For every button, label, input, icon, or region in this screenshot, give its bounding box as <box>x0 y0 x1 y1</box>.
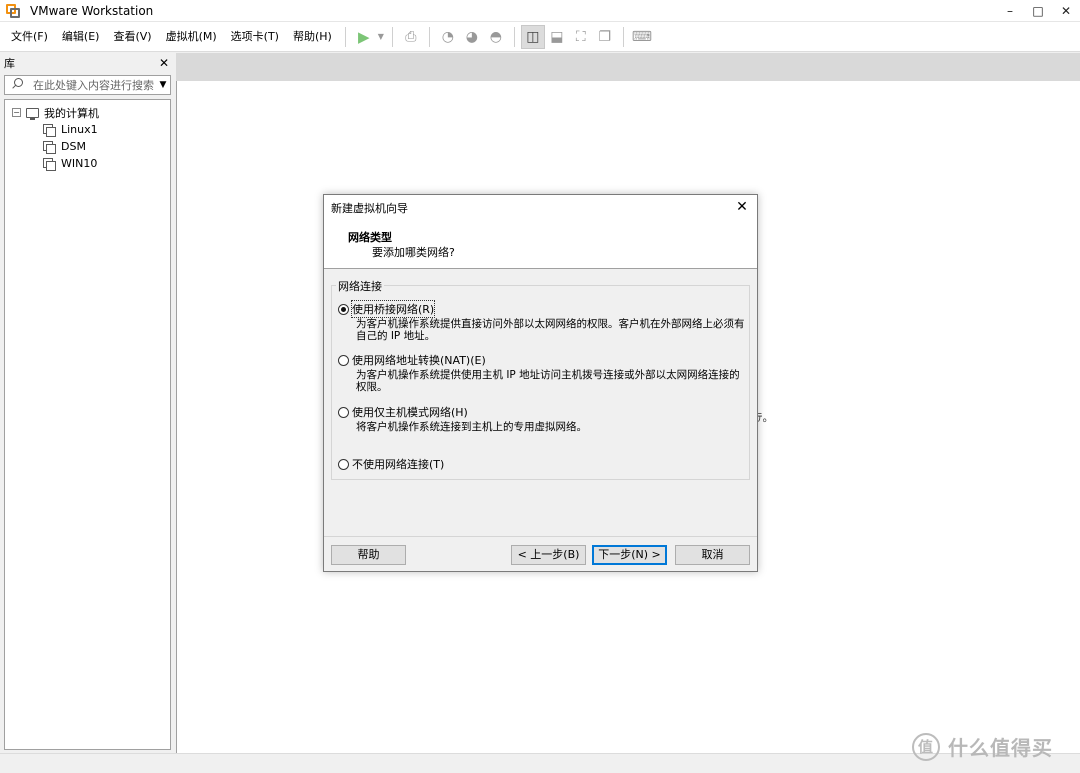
snapshot-icon[interactable]: ◔ <box>436 25 460 49</box>
toolbar-separator <box>391 26 393 47</box>
option-label[interactable]: 使用仅主机模式网络(H) <box>352 404 468 420</box>
menu-toolbar: 文件(F) 编辑(E) 查看(V) 虚拟机(M) 选项卡(T) 帮助(H) ▶ … <box>0 22 1080 52</box>
watermark-logo-icon: 值 <box>912 732 940 761</box>
revert-snapshot-icon[interactable]: ◕ <box>460 25 484 49</box>
option-bridged[interactable]: 使用桥接网络(R) 为客户机操作系统提供直接访问外部以太网网络的权限。客户机在外… <box>338 300 746 342</box>
dialog-close-icon[interactable]: ✕ <box>733 198 751 216</box>
title-bar: VMware Workstation – □ ✕ <box>0 0 1080 22</box>
fullscreen-icon[interactable]: ⛶ <box>569 25 593 49</box>
tree-item-dsm[interactable]: DSM <box>5 138 170 155</box>
help-button[interactable]: 帮助 <box>331 545 406 565</box>
library-title: 库 <box>4 56 15 70</box>
menu-vm[interactable]: 虚拟机(M) <box>159 26 224 48</box>
option-nat[interactable]: 使用网络地址转换(NAT)(E) 为客户机操作系统提供使用主机 IP 地址访问主… <box>338 353 746 393</box>
vm-icon <box>43 123 56 137</box>
close-window-button[interactable]: ✕ <box>1052 0 1080 22</box>
background-text: ﾃ。 <box>757 411 774 424</box>
search-dropdown-icon[interactable]: ▼ <box>156 80 170 90</box>
snapshot-manager-icon[interactable]: ◓ <box>484 25 508 49</box>
tree-item-label: WIN10 <box>61 157 98 170</box>
option-description: 将客户机操作系统连接到主机上的专用虚拟网络。 <box>356 421 587 433</box>
unity-icon[interactable]: ❐ <box>593 25 617 49</box>
menu-help[interactable]: 帮助(H) <box>286 26 339 48</box>
back-button[interactable]: < 上一步(B) <box>511 545 586 565</box>
collapse-icon[interactable]: − <box>12 108 21 117</box>
option-host-only[interactable]: 使用仅主机模式网络(H) 将客户机操作系统连接到主机上的专用虚拟网络。 <box>338 405 746 433</box>
vm-icon <box>43 140 56 154</box>
play-dropdown-icon[interactable]: ▼ <box>376 25 386 49</box>
radio-no-network[interactable] <box>338 458 349 470</box>
vmware-logo-icon <box>6 3 20 18</box>
tree-item-label: DSM <box>61 140 86 153</box>
menu-view[interactable]: 查看(V) <box>106 26 158 48</box>
toolbar-separator <box>622 26 624 47</box>
tree-item-linux1[interactable]: Linux1 <box>5 121 170 138</box>
library-close-icon[interactable]: ✕ <box>159 56 169 70</box>
group-label: 网络连接 <box>336 278 384 294</box>
send-keys-icon[interactable]: ⎙ <box>399 25 423 49</box>
menu-edit[interactable]: 编辑(E) <box>55 26 107 48</box>
tree-item-label: Linux1 <box>61 123 98 136</box>
search-icon <box>11 78 25 92</box>
menu-tabs[interactable]: 选项卡(T) <box>224 26 286 48</box>
option-no-network[interactable]: 不使用网络连接(T) <box>338 457 444 471</box>
window-title: VMware Workstation <box>30 3 154 18</box>
menu-file[interactable]: 文件(F) <box>4 26 55 48</box>
play-icon[interactable]: ▶ <box>352 25 376 49</box>
watermark-text: 什么值得买 <box>948 736 1053 760</box>
minimize-button[interactable]: – <box>996 0 1024 22</box>
toolbar-separator <box>428 26 430 47</box>
console-icon[interactable]: ⌨ <box>630 25 654 49</box>
vm-icon <box>43 157 56 171</box>
option-label[interactable]: 不使用网络连接(T) <box>352 456 444 472</box>
dialog-title: 新建虚拟机向导 <box>331 202 408 215</box>
computer-icon <box>26 107 39 120</box>
option-description: 为客户机操作系统提供使用主机 IP 地址访问主机拨号连接或外部以太网网络连接的权… <box>356 369 740 393</box>
option-description: 为客户机操作系统提供直接访问外部以太网网络的权限。客户机在外部网络上必须有自己的… <box>356 318 745 342</box>
library-search-input[interactable]: 在此处键入内容进行搜索 ▼ <box>4 75 171 95</box>
next-button[interactable]: 下一步(N) > <box>592 545 667 565</box>
library-view-icon[interactable]: ◫ <box>520 24 545 49</box>
library-panel: 库 ✕ 在此处键入内容进行搜索 ▼ − 我的计算机 Linux1 DSM WIN… <box>0 53 175 753</box>
vm-tree: − 我的计算机 Linux1 DSM WIN10 <box>4 99 171 750</box>
tree-item-label: 我的计算机 <box>44 106 99 120</box>
watermark: 值 什么值得买 <box>912 732 1053 761</box>
option-label[interactable]: 使用桥接网络(R) <box>350 300 436 318</box>
dialog-header: 网络类型 要添加哪类网络? <box>324 221 757 269</box>
search-placeholder: 在此处键入内容进行搜索 <box>33 79 154 92</box>
toolbar-separator <box>344 26 346 47</box>
toolbar-separator <box>513 26 515 47</box>
new-vm-wizard-dialog: 新建虚拟机向导 ✕ 网络类型 要添加哪类网络? 网络连接 使用桥接网络(R) 为… <box>323 194 758 572</box>
tree-item-win10[interactable]: WIN10 <box>5 155 170 172</box>
maximize-button[interactable]: □ <box>1024 0 1052 22</box>
radio-host-only[interactable] <box>338 406 349 418</box>
thumbnail-bar-icon[interactable]: ⬓ <box>545 25 569 49</box>
cancel-button[interactable]: 取消 <box>675 545 750 565</box>
dialog-subheading: 要添加哪类网络? <box>372 246 455 259</box>
dialog-heading: 网络类型 <box>348 231 392 244</box>
tab-strip <box>176 53 1080 81</box>
radio-nat[interactable] <box>338 354 349 366</box>
radio-bridged[interactable] <box>338 303 349 315</box>
tree-item-my-computer[interactable]: − 我的计算机 <box>5 104 170 121</box>
dialog-title-bar: 新建虚拟机向导 ✕ <box>324 195 757 221</box>
option-label[interactable]: 使用网络地址转换(NAT)(E) <box>352 352 486 368</box>
